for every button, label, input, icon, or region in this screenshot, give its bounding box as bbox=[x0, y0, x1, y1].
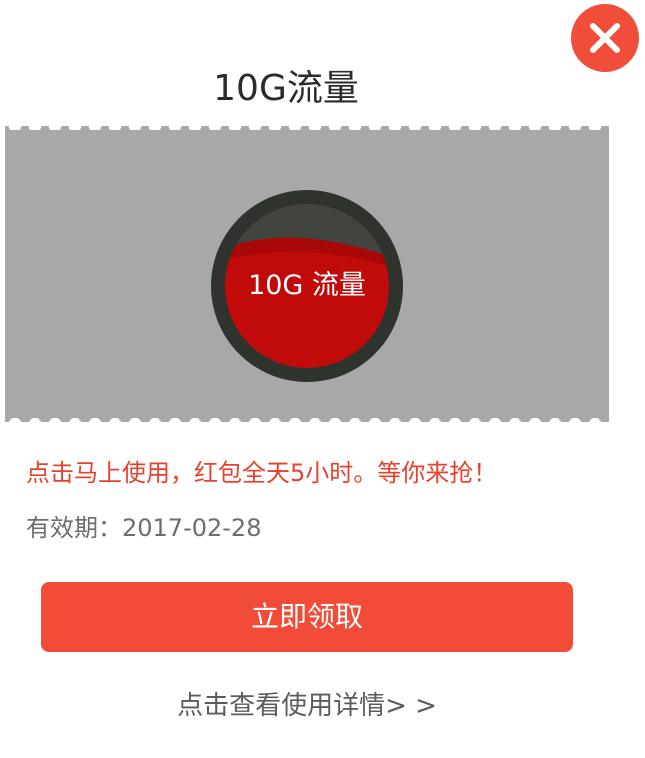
usage-details-link[interactable]: 点击查看使用详情> > bbox=[0, 686, 614, 726]
coupon-badge-label: 10G 流量 bbox=[248, 270, 366, 301]
promo-message: 点击马上使用，红包全天5小时。等你来抢！ bbox=[26, 459, 498, 487]
dialog-title: 10G流量 bbox=[213, 68, 359, 109]
close-button[interactable] bbox=[571, 4, 639, 72]
coupon-badge: 10G 流量 bbox=[211, 190, 403, 382]
coupon-badge-face: 10G 流量 bbox=[225, 204, 389, 368]
ticket-scallop-bottom-edge bbox=[5, 418, 609, 428]
coupon-ticket: 10G 流量 bbox=[5, 120, 609, 428]
validity-date: 有效期：2017-02-28 bbox=[26, 514, 262, 542]
claim-button[interactable]: 立即领取 bbox=[41, 582, 573, 652]
ticket-scallop-top-edge bbox=[5, 120, 609, 130]
